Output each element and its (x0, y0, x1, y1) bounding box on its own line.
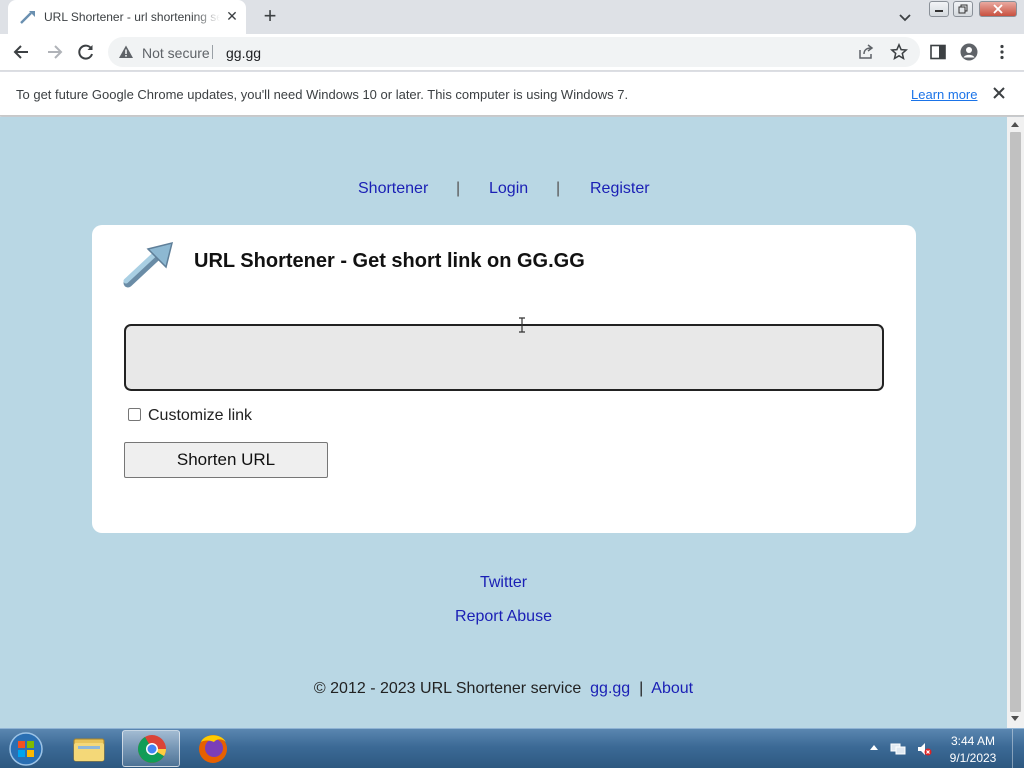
site-nav: Shortener | Login | Register (0, 180, 1007, 200)
firefox-icon (199, 735, 227, 763)
customize-link-label[interactable]: Customize link (148, 407, 252, 425)
text-cursor-icon (519, 317, 525, 333)
url-shortener-favicon-icon (20, 11, 35, 24)
windows-taskbar: 3:44 AM 9/1/2023 (0, 728, 1024, 768)
nav-shortener-link[interactable]: Shortener (358, 180, 428, 198)
restore-button[interactable] (953, 1, 973, 17)
nav-login-link[interactable]: Login (489, 180, 528, 198)
menu-kebab-icon[interactable] (995, 43, 1009, 61)
nav-separator: | (456, 180, 461, 197)
url-text[interactable]: gg.gg (226, 45, 261, 61)
taskbar-chrome[interactable] (122, 730, 180, 767)
scroll-down-arrow-icon[interactable] (1011, 716, 1019, 721)
address-bar[interactable]: Not secure gg.gg (108, 37, 920, 67)
not-secure-label[interactable]: Not secure (142, 45, 210, 61)
forward-arrow-icon[interactable] (44, 42, 64, 62)
close-icon (993, 4, 1003, 14)
customize-link-checkbox[interactable] (128, 408, 141, 421)
tab-title: URL Shortener - url shortening se (44, 10, 220, 24)
omnibox-divider (212, 45, 213, 59)
report-abuse-row: Report Abuse (0, 608, 1007, 626)
shorten-url-button[interactable]: Shorten URL (124, 442, 328, 478)
volume-muted-icon[interactable] (916, 741, 932, 757)
footer-separator: | (639, 680, 644, 697)
share-icon[interactable] (858, 44, 874, 60)
taskbar-firefox[interactable] (184, 730, 242, 767)
windows-start-icon[interactable] (6, 731, 46, 767)
minimize-button[interactable] (929, 1, 949, 17)
scrollbar-thumb[interactable] (1010, 132, 1021, 712)
minimize-icon (935, 10, 943, 12)
long-url-input[interactable] (124, 324, 884, 391)
page-viewport: Shortener | Login | Register URL Shorten… (0, 117, 1007, 728)
learn-more-link[interactable]: Learn more (911, 87, 977, 102)
windows-explorer-icon (73, 738, 105, 762)
show-desktop-button[interactable] (1012, 729, 1024, 768)
arrow-logo-icon (123, 241, 174, 288)
side-panel-icon[interactable] (929, 43, 947, 61)
copyright-footer: © 2012 - 2023 URL Shortener service gg.g… (0, 680, 1007, 698)
vertical-scrollbar[interactable] (1007, 117, 1024, 728)
chrome-icon (138, 735, 166, 763)
show-hidden-icons-icon[interactable] (870, 745, 878, 750)
infobar-message: To get future Google Chrome updates, you… (16, 87, 629, 102)
page-title: URL Shortener - Get short link on GG.GG (194, 250, 585, 272)
profile-avatar-icon[interactable] (960, 43, 978, 61)
tab-strip: URL Shortener - url shortening se ✕ + (0, 0, 1024, 34)
update-infobar: To get future Google Chrome updates, you… (0, 72, 1024, 116)
nav-register-link[interactable]: Register (590, 180, 650, 198)
scroll-up-arrow-icon[interactable] (1011, 122, 1019, 127)
twitter-link[interactable]: Twitter (480, 574, 527, 591)
reload-icon[interactable] (76, 42, 96, 62)
report-abuse-link[interactable]: Report Abuse (455, 608, 552, 625)
nav-separator: | (556, 180, 561, 197)
restore-icon (958, 4, 968, 14)
close-window-button[interactable] (979, 1, 1017, 17)
about-link[interactable]: About (651, 680, 693, 697)
clock-time[interactable]: 3:44 AM (944, 734, 1002, 748)
bookmark-star-icon[interactable] (890, 43, 908, 61)
browser-tab[interactable]: URL Shortener - url shortening se ✕ (8, 0, 246, 34)
site-home-link[interactable]: gg.gg (590, 680, 630, 697)
clock-date[interactable]: 9/1/2023 (944, 751, 1002, 765)
tab-search-chevron-icon[interactable] (896, 8, 914, 26)
warning-triangle-icon[interactable] (118, 44, 134, 60)
new-tab-button[interactable]: + (258, 5, 282, 29)
network-icon[interactable] (890, 741, 906, 757)
copyright-text: © 2012 - 2023 URL Shortener service (313, 680, 582, 697)
twitter-link-row: Twitter (0, 574, 1007, 592)
shortener-card: URL Shortener - Get short link on GG.GG … (92, 225, 916, 533)
browser-toolbar: Not secure gg.gg (0, 34, 1024, 71)
infobar-close-icon[interactable] (992, 86, 1006, 100)
back-arrow-icon[interactable] (12, 42, 32, 62)
tab-close-icon[interactable]: ✕ (224, 8, 240, 24)
taskbar-explorer[interactable] (60, 730, 118, 767)
